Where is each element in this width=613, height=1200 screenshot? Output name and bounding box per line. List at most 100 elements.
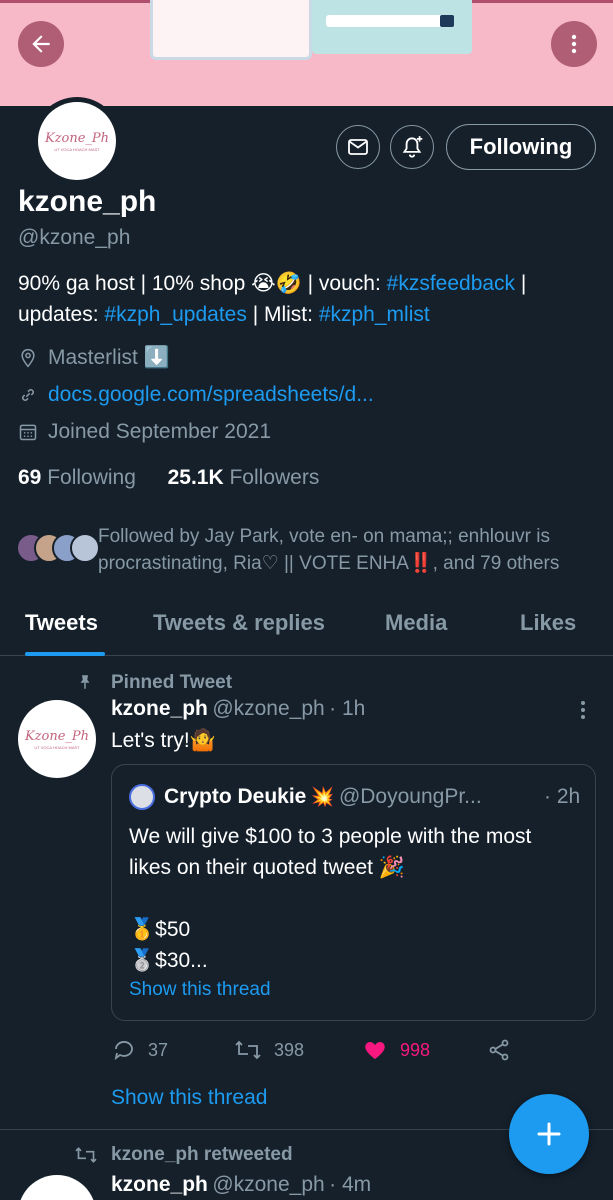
double-exclamation-emoji: ‼️ xyxy=(408,553,433,574)
followed-by-text[interactable]: Followed by Jay Park, vote en- on mama;;… xyxy=(98,523,598,577)
profile-bio: 90% ga host | 10% shop 😭🤣 | vouch: #kzsf… xyxy=(18,268,603,330)
arrow-left-icon xyxy=(32,35,50,53)
tab-tweets[interactable]: Tweets xyxy=(25,610,98,636)
followed-by-others: , and 79 others xyxy=(432,553,560,574)
followers-count: 25.1K xyxy=(167,466,224,489)
bio-text: | Mlist: xyxy=(246,303,319,326)
joined-text: Joined September 2021 xyxy=(48,420,271,443)
tab-media[interactable]: Media xyxy=(385,610,447,636)
following-count: 69 xyxy=(18,466,42,489)
profile-stats: 69 Following 25.1K Followers xyxy=(18,466,319,490)
compose-tweet-button[interactable] xyxy=(509,1094,589,1174)
followed-by-avatars[interactable] xyxy=(16,533,100,567)
following-button[interactable]: Following xyxy=(446,124,596,170)
website-link[interactable]: docs.google.com/spreadsheets/d... xyxy=(48,383,374,407)
reply-icon xyxy=(114,1041,133,1061)
retweeted-label: kzone_ph retweeted xyxy=(111,1144,293,1165)
vertical-dots-icon xyxy=(571,34,577,54)
banner-graphic-secondary xyxy=(312,0,472,54)
like-count: 998 xyxy=(400,1039,431,1060)
notifications-button[interactable] xyxy=(390,125,434,169)
reply-count: 37 xyxy=(148,1039,169,1060)
banner-graphic-bar xyxy=(326,15,454,27)
pinned-label: Pinned Tweet xyxy=(111,672,233,693)
tweet-handle[interactable]: @kzone_ph xyxy=(212,697,324,720)
tweet-time: · 1h xyxy=(329,697,366,720)
tab-likes[interactable]: Likes xyxy=(520,610,576,636)
bio-text: 90% ga host | 10% shop 😭🤣 | vouch: xyxy=(18,272,387,295)
tab-tweets-and-replies[interactable]: Tweets & replies xyxy=(153,610,325,636)
retweet-count: 398 xyxy=(274,1039,305,1060)
message-button[interactable] xyxy=(336,125,380,169)
avatar-logo-text: Kzone_Ph xyxy=(24,728,90,744)
hashtag-link[interactable]: #kzsfeedback xyxy=(387,272,515,295)
reply-button[interactable]: 37 xyxy=(112,1038,168,1062)
plus-icon xyxy=(537,1122,561,1146)
vertical-dots-icon xyxy=(581,701,585,719)
retweet-button[interactable]: 398 xyxy=(234,1038,304,1062)
profile-website[interactable]: docs.google.com/spreadsheets/d... xyxy=(18,383,374,407)
bell-plus-icon xyxy=(402,136,423,158)
quote-line: 🥈$30... xyxy=(129,949,208,972)
avatar xyxy=(70,533,100,563)
more-options-button[interactable] xyxy=(551,21,597,67)
tweet-header: kzone_ph @kzone_ph · 1h xyxy=(111,697,365,721)
like-button[interactable]: 998 xyxy=(362,1038,430,1062)
tweet-author[interactable]: kzone_ph xyxy=(111,697,208,720)
quote-line: 🥇$50 xyxy=(129,918,191,941)
tweet-avatar[interactable] xyxy=(18,1175,96,1200)
back-button[interactable] xyxy=(18,21,64,67)
retweet-icon xyxy=(235,1040,261,1060)
avatar-image: Kzone_Ph UT VOCA HOACH MAST xyxy=(38,102,116,180)
quote-line: likes on their quoted tweet 🎉 xyxy=(129,856,405,879)
profile-tabs: Tweets Tweets & replies Media Likes xyxy=(0,600,613,656)
hashtag-link[interactable]: #kzph_updates xyxy=(104,303,246,326)
followed-by-names: procrastinating, Ria♡ || VOTE ENHA xyxy=(98,553,409,574)
followers-label: Followers xyxy=(223,466,320,489)
tweet-text: Let's try!🤷 xyxy=(111,729,216,752)
profile-joined: Joined September 2021 xyxy=(18,420,271,444)
envelope-icon xyxy=(348,139,368,155)
followed-by-line: procrastinating, Ria♡ || VOTE ENHA‼️, an… xyxy=(98,550,598,577)
retweet-icon xyxy=(74,1145,98,1170)
quoted-tweet[interactable]: Crypto Deukie 💥 @DoyoungPr... · 2h We wi… xyxy=(111,764,596,1021)
followed-by-line: Followed by Jay Park, vote en- on mama;;… xyxy=(98,526,550,547)
tweet-author[interactable]: kzone_ph xyxy=(111,1173,208,1196)
tweet-more-button[interactable] xyxy=(574,698,592,727)
link-icon xyxy=(22,389,34,401)
tweet-header: kzone_ph @kzone_ph · 4m xyxy=(111,1173,371,1197)
location-pin-icon xyxy=(21,348,35,368)
following-stat[interactable]: 69 Following xyxy=(18,466,136,489)
tweet-avatar[interactable]: Kzone_Ph UT VOCA HOACH MAST xyxy=(18,700,96,778)
quote-author: Crypto Deukie xyxy=(164,785,307,808)
quote-time: · 2h xyxy=(544,785,581,808)
profile-handle: @kzone_ph xyxy=(18,226,131,249)
quote-body: We will give $100 to 3 people with the m… xyxy=(129,821,589,976)
quote-show-thread-link[interactable]: Show this thread xyxy=(129,979,271,1001)
profile-name: kzone_ph xyxy=(18,185,157,218)
quote-header: Crypto Deukie 💥 @DoyoungPr... xyxy=(164,785,482,809)
avatar-logo-text: Kzone_Ph xyxy=(44,130,110,146)
banner-graphic xyxy=(150,0,312,60)
following-label: Following xyxy=(41,466,136,489)
quote-line: We will give $100 to 3 people with the m… xyxy=(129,825,532,848)
location-text: Masterlist ⬇️ xyxy=(48,346,170,369)
share-button[interactable] xyxy=(487,1038,511,1062)
avatar-logo-subtext: UT VOCA HOACH MAST xyxy=(34,744,80,750)
followers-stat[interactable]: 25.1K Followers xyxy=(168,466,320,489)
profile-location: Masterlist ⬇️ xyxy=(18,346,170,370)
active-tab-indicator xyxy=(25,652,105,656)
show-thread-link[interactable]: Show this thread xyxy=(111,1086,267,1110)
burst-emoji: 💥 xyxy=(310,787,335,808)
tweet-handle[interactable]: @kzone_ph xyxy=(212,1173,324,1196)
share-icon xyxy=(489,1039,509,1061)
heart-icon xyxy=(365,1042,385,1059)
profile-banner[interactable] xyxy=(0,0,613,106)
tweet-time: · 4m xyxy=(329,1173,372,1196)
quote-handle: @DoyoungPr... xyxy=(338,785,482,808)
profile-avatar[interactable]: Kzone_Ph UT VOCA HOACH MAST xyxy=(33,97,121,185)
hashtag-link[interactable]: #kzph_mlist xyxy=(319,303,430,326)
calendar-icon xyxy=(19,424,37,441)
pin-icon xyxy=(76,672,94,697)
banner-graphic-bar-end xyxy=(440,15,454,27)
